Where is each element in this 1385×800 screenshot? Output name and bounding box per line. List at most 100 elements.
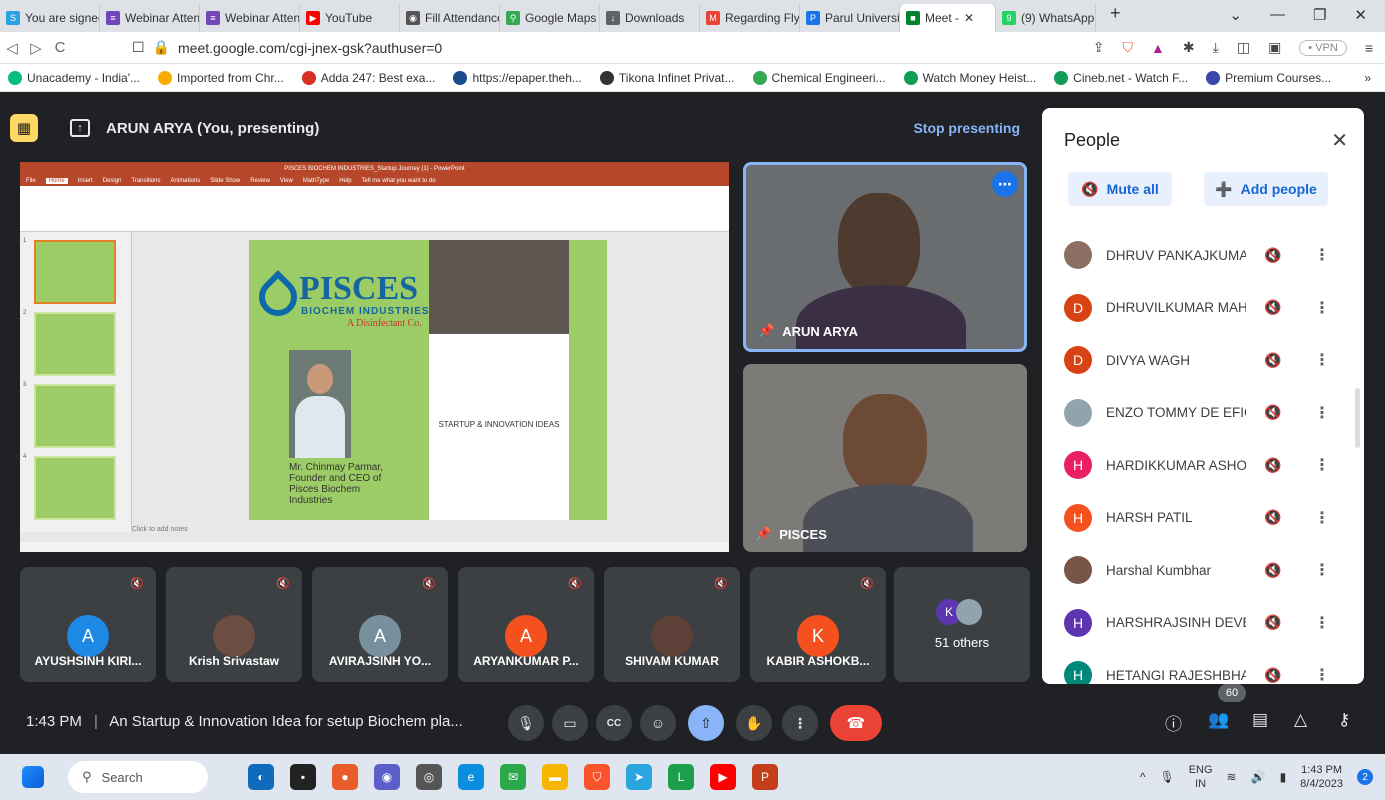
slide-thumbnail[interactable] xyxy=(34,384,116,448)
mic-button[interactable]: 🎙 xyxy=(508,705,544,741)
emoji-button[interactable]: ☺ xyxy=(640,705,676,741)
info-icon[interactable]: ⓘ xyxy=(1165,710,1182,735)
raise-hand-button[interactable]: ✋ xyxy=(736,705,772,741)
widgets-icon[interactable]: ◐ xyxy=(248,764,274,790)
back-icon[interactable]: ◁ xyxy=(0,39,24,57)
end-call-button[interactable]: ☎ xyxy=(830,705,882,741)
participant-row[interactable]: H HARSHRAJSINH DEVEN... 🔇 ⋮ xyxy=(1064,598,1354,648)
powerpoint-icon[interactable]: P xyxy=(752,764,778,790)
participant-tile[interactable]: 🔇 K KABIR ASHOKB... xyxy=(750,567,886,682)
menu-icon[interactable]: ≡ xyxy=(1365,40,1373,56)
stop-presenting-button[interactable]: Stop presenting xyxy=(913,120,1020,136)
brave-rewards-icon[interactable]: ▲ xyxy=(1151,40,1165,56)
battery-icon[interactable]: ▮ xyxy=(1280,770,1287,784)
more-vert-icon[interactable]: ⋮ xyxy=(1314,508,1330,528)
participant-tile[interactable]: 🔇 Krish Srivastaw xyxy=(166,567,302,682)
restore-icon[interactable]: ❐ xyxy=(1313,6,1326,24)
bookmark-item[interactable]: Premium Courses... xyxy=(1206,70,1331,85)
browser-tab[interactable]: ■ Meet - ✕ xyxy=(900,4,996,32)
browser-tab[interactable]: ≡ Webinar Atten xyxy=(100,4,200,32)
more-vert-icon[interactable]: ⋮ xyxy=(1314,613,1330,633)
add-people-button[interactable]: ➕ Add people xyxy=(1204,172,1328,206)
chevron-up-icon[interactable]: ^ xyxy=(1140,770,1146,784)
bookmark-item[interactable]: Watch Money Heist... xyxy=(903,70,1036,85)
reload-icon[interactable]: C xyxy=(48,39,72,56)
participant-tile[interactable]: 🔇 A AVIRAJSINH YO... xyxy=(312,567,448,682)
participant-row[interactable]: D DIVYA WAGH 🔇 ⋮ xyxy=(1064,335,1354,385)
activities-icon[interactable]: △ xyxy=(1294,710,1307,730)
slide-thumbnail[interactable] xyxy=(34,456,116,520)
task-view-icon[interactable]: ▪ xyxy=(290,764,316,790)
pin-icon[interactable]: 📌 xyxy=(758,323,774,339)
more-vert-icon[interactable]: ⋮ xyxy=(1314,403,1330,423)
browser-tab[interactable]: P Parul Universit xyxy=(800,4,900,32)
vpn-button[interactable]: • VPN xyxy=(1299,39,1347,56)
browser-tab[interactable]: ⚲ Google Maps xyxy=(500,4,600,32)
more-vert-icon[interactable]: ⋮ xyxy=(1314,455,1330,475)
telegram-icon[interactable]: ➤ xyxy=(626,764,652,790)
app-icon[interactable]: ◎ xyxy=(416,764,442,790)
browser-tab[interactable]: ▶ YouTube xyxy=(300,4,400,32)
participant-row[interactable]: DHRUV PANKAJKUMAR ... 🔇 ⋮ xyxy=(1064,230,1354,280)
slide-thumbnail[interactable] xyxy=(34,312,116,376)
bookmark-item[interactable]: Cineb.net - Watch F... xyxy=(1054,70,1188,85)
muted-mic-icon[interactable]: 🔇 xyxy=(1264,614,1281,631)
new-tab-icon[interactable]: + xyxy=(1096,3,1135,32)
muted-mic-icon[interactable]: 🔇 xyxy=(1264,352,1281,369)
bookmark-item[interactable]: Tikona Infinet Privat... xyxy=(599,70,735,85)
notification-badge[interactable]: 2 xyxy=(1357,769,1373,785)
bookmark-item[interactable]: Imported from Chr... xyxy=(158,70,284,85)
muted-mic-icon[interactable]: 🔇 xyxy=(1264,404,1281,421)
participant-row[interactable]: H HETANGI RAJESHBHAI ... 🔇 ⋮ xyxy=(1064,650,1354,684)
bookmark-item[interactable]: https://epaper.theh... xyxy=(453,70,582,85)
browser-tab[interactable]: 9 (9) WhatsApp xyxy=(996,4,1096,32)
host-controls-icon[interactable]: ⚷ xyxy=(1338,710,1350,730)
close-window-icon[interactable]: ✕ xyxy=(1354,6,1367,24)
captions-button[interactable]: CC xyxy=(596,705,632,741)
youtube-icon[interactable]: ▶ xyxy=(710,764,736,790)
muted-mic-icon[interactable]: 🔇 xyxy=(1264,299,1281,316)
store-icon[interactable]: ✉ xyxy=(500,764,526,790)
muted-mic-icon[interactable]: 🔇 xyxy=(1264,562,1281,579)
participant-row[interactable]: D DHRUVILKUMAR MAHE... 🔇 ⋮ xyxy=(1064,283,1354,333)
participant-row[interactable]: ENZO TOMMY DE EFIGE... 🔇 ⋮ xyxy=(1064,388,1354,438)
language-indicator[interactable]: ENG IN xyxy=(1189,763,1213,791)
microphone-icon[interactable]: 🎙 xyxy=(1159,770,1174,784)
people-scrollbar[interactable] xyxy=(1355,388,1360,448)
volume-icon[interactable]: 🔊 xyxy=(1251,770,1266,784)
bookmark-item[interactable]: Adda 247: Best exa... xyxy=(301,70,435,85)
sidebar-icon[interactable]: ◫ xyxy=(1237,39,1250,56)
browser-tab[interactable]: ◉ Fill Attendance xyxy=(400,4,500,32)
l-app-icon[interactable]: L xyxy=(668,764,694,790)
chat-app-icon[interactable]: ◉ xyxy=(374,764,400,790)
more-vert-icon[interactable]: ⋮ xyxy=(1314,665,1330,684)
wifi-icon[interactable]: ≋ xyxy=(1227,770,1237,784)
browser-tab[interactable]: S You are signed xyxy=(0,4,100,32)
browser-tab[interactable]: M Regarding Flye xyxy=(700,4,800,32)
others-tile[interactable]: K 51 others xyxy=(894,567,1030,682)
download-icon[interactable]: ⤓ xyxy=(1213,39,1219,56)
wallet-icon[interactable]: ▣ xyxy=(1268,39,1281,56)
participant-tile[interactable]: 🔇 A ARYANKUMAR P... xyxy=(458,567,594,682)
video-tile-pisces[interactable]: 📌 PISCES xyxy=(743,364,1027,552)
browser-tab[interactable]: ≡ Webinar Atten xyxy=(200,4,300,32)
bookmark-icon[interactable]: ☐ xyxy=(132,39,145,56)
explorer-icon[interactable]: ▬ xyxy=(542,764,568,790)
clock[interactable]: 1:43 PM 8/4/2023 xyxy=(1300,763,1343,791)
ppt-notes[interactable]: Click to add notes xyxy=(132,526,188,533)
forward-icon[interactable]: ▷ xyxy=(24,39,48,57)
pin-icon[interactable]: 📌 xyxy=(755,526,771,542)
chevron-down-icon[interactable]: ⌄ xyxy=(1229,6,1242,24)
video-tile-arun[interactable]: ⋯ 📌 ARUN ARYA xyxy=(743,162,1027,352)
more-options-button[interactable]: ⋮ xyxy=(782,705,818,741)
chat-icon[interactable]: ▤ xyxy=(1252,710,1268,730)
teams-icon[interactable]: ● xyxy=(332,764,358,790)
muted-mic-icon[interactable]: 🔇 xyxy=(1264,509,1281,526)
more-vert-icon[interactable]: ⋮ xyxy=(1314,560,1330,580)
people-icon[interactable]: 👥 xyxy=(1208,710,1229,730)
camera-button[interactable]: ▭ xyxy=(552,705,588,741)
bookmark-item[interactable]: Chemical Engineeri... xyxy=(752,70,886,85)
participant-tile[interactable]: 🔇 SHIVAM KUMAR xyxy=(604,567,740,682)
muted-mic-icon[interactable]: 🔇 xyxy=(1264,667,1281,684)
brave-icon[interactable]: ⛉ xyxy=(584,764,610,790)
